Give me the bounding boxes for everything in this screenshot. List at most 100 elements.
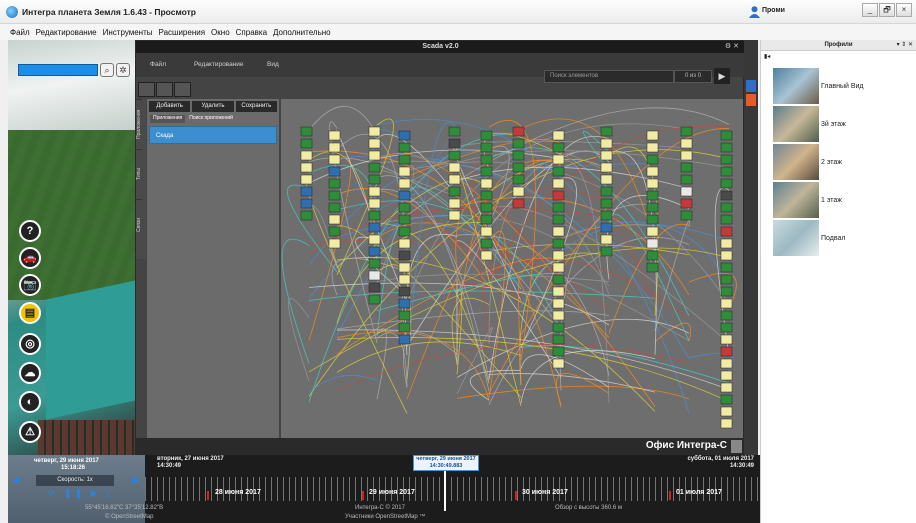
- scada-node[interactable]: [552, 346, 565, 357]
- scada-node[interactable]: [680, 162, 693, 173]
- scada-node[interactable]: [368, 138, 381, 149]
- scada-node[interactable]: [720, 190, 733, 201]
- scada-node[interactable]: [646, 154, 659, 165]
- minimize-button[interactable]: _: [862, 3, 878, 17]
- menu-file[interactable]: Файл: [10, 28, 30, 37]
- scada-node[interactable]: [720, 178, 733, 189]
- scada-node[interactable]: [646, 262, 659, 273]
- scada-node[interactable]: [328, 154, 341, 165]
- add-button[interactable]: Добавить: [149, 101, 191, 112]
- scada-node[interactable]: [398, 130, 411, 141]
- scada-node[interactable]: [328, 226, 341, 237]
- scada-node[interactable]: [398, 322, 411, 333]
- scada-node[interactable]: [720, 346, 733, 357]
- scada-node[interactable]: [300, 198, 313, 209]
- scada-node[interactable]: [512, 150, 525, 161]
- scada-node[interactable]: [552, 262, 565, 273]
- scada-node[interactable]: [398, 166, 411, 177]
- scada-node[interactable]: [398, 214, 411, 225]
- speed-selector[interactable]: Скорость: 1x: [36, 475, 114, 486]
- scada-node[interactable]: [720, 334, 733, 345]
- scada-node[interactable]: [552, 202, 565, 213]
- scada-menu-view[interactable]: Вид: [267, 61, 279, 68]
- scada-node[interactable]: [448, 126, 461, 137]
- scada-node[interactable]: [300, 186, 313, 197]
- menu-extensions[interactable]: Расширения: [159, 28, 206, 37]
- tool-layout-icon[interactable]: [174, 82, 191, 97]
- scada-node[interactable]: [552, 130, 565, 141]
- scada-node[interactable]: [328, 130, 341, 141]
- scada-node[interactable]: [720, 130, 733, 141]
- scada-node[interactable]: [646, 214, 659, 225]
- scada-node[interactable]: [600, 150, 613, 161]
- scada-node[interactable]: [480, 250, 493, 261]
- scada-node[interactable]: [300, 210, 313, 221]
- scada-node[interactable]: [552, 298, 565, 309]
- scada-node[interactable]: [300, 126, 313, 137]
- scada-node[interactable]: [398, 202, 411, 213]
- scada-node[interactable]: [600, 186, 613, 197]
- scada-node[interactable]: [300, 174, 313, 185]
- scada-node[interactable]: [368, 150, 381, 161]
- scada-node[interactable]: [720, 262, 733, 273]
- scada-node[interactable]: [480, 166, 493, 177]
- map-settings-button[interactable]: ✲: [116, 63, 130, 77]
- profile-floor-2[interactable]: 2 этаж: [773, 144, 842, 180]
- scada-node[interactable]: [368, 270, 381, 281]
- scada-node[interactable]: [398, 274, 411, 285]
- tab-types[interactable]: Типы: [136, 149, 142, 199]
- restore-button[interactable]: 🗗: [879, 3, 895, 17]
- scada-node[interactable]: [328, 190, 341, 201]
- scada-node[interactable]: [680, 210, 693, 221]
- scada-node[interactable]: [552, 226, 565, 237]
- scada-node[interactable]: [448, 138, 461, 149]
- scada-node[interactable]: [512, 198, 525, 209]
- scada-canvas[interactable]: [281, 99, 743, 438]
- scada-node[interactable]: [448, 150, 461, 161]
- scada-node[interactable]: [646, 166, 659, 177]
- scada-node[interactable]: [448, 162, 461, 173]
- scada-node[interactable]: [600, 198, 613, 209]
- scada-node[interactable]: [552, 190, 565, 201]
- scada-node[interactable]: [646, 178, 659, 189]
- scada-node[interactable]: [720, 394, 733, 405]
- scada-node[interactable]: [480, 238, 493, 249]
- scada-node[interactable]: [398, 190, 411, 201]
- tab-applications[interactable]: Приложения: [136, 99, 142, 149]
- tool-select-icon[interactable]: [138, 82, 155, 97]
- prev-arrow-icon[interactable]: ◀: [12, 475, 22, 487]
- scada-node[interactable]: [368, 246, 381, 257]
- scada-node[interactable]: [480, 202, 493, 213]
- scada-node[interactable]: [552, 250, 565, 261]
- weather-tool-icon[interactable]: ☁: [19, 362, 41, 384]
- scada-node[interactable]: [552, 178, 565, 189]
- scada-node[interactable]: [600, 210, 613, 221]
- scada-node[interactable]: [720, 142, 733, 153]
- scada-node[interactable]: [646, 190, 659, 201]
- scada-node[interactable]: [300, 138, 313, 149]
- scada-node[interactable]: [720, 238, 733, 249]
- map-search-button[interactable]: ⌕: [100, 63, 114, 77]
- playback-controls[interactable]: ⟳ ❚❚ ▶ ⤓: [48, 488, 113, 499]
- scada-node[interactable]: [480, 142, 493, 153]
- scada-node[interactable]: [680, 150, 693, 161]
- profile-main-view[interactable]: Главный Вид: [773, 68, 864, 104]
- scada-node[interactable]: [480, 154, 493, 165]
- scada-node[interactable]: [552, 274, 565, 285]
- scada-node[interactable]: [328, 238, 341, 249]
- scada-node[interactable]: [368, 126, 381, 137]
- tool-link-icon[interactable]: [156, 82, 173, 97]
- scada-node[interactable]: [512, 138, 525, 149]
- menu-extra[interactable]: Дополнительно: [273, 28, 331, 37]
- menu-tools[interactable]: Инструменты: [103, 28, 153, 37]
- camera-tool-icon[interactable]: 📷: [19, 274, 41, 296]
- scada-node[interactable]: [300, 162, 313, 173]
- satellite-tool-icon[interactable]: ◐: [19, 391, 41, 413]
- scada-window-controls[interactable]: ⚙ ✕: [725, 41, 739, 53]
- scada-node[interactable]: [720, 370, 733, 381]
- scada-node[interactable]: [552, 166, 565, 177]
- scada-node[interactable]: [368, 294, 381, 305]
- scada-node[interactable]: [680, 126, 693, 137]
- ring-tool-icon[interactable]: ◎: [19, 333, 41, 355]
- scada-node[interactable]: [720, 166, 733, 177]
